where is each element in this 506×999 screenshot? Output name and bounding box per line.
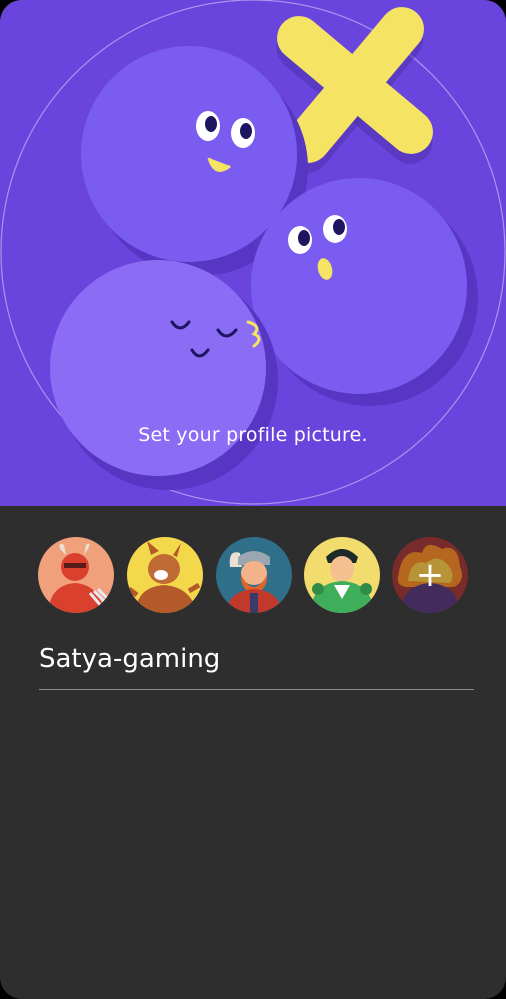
username-field[interactable]: Satya-gaming xyxy=(39,640,474,690)
red-devil-icon xyxy=(38,537,114,613)
profile-picture-screen: Set your profile picture. + Satya-gaming xyxy=(0,0,506,999)
werewolf-icon xyxy=(127,537,203,613)
hero-caption: Set your profile picture. xyxy=(138,424,368,446)
add-photo-icon: + xyxy=(415,555,445,595)
avatar-option-green-hero[interactable] xyxy=(304,537,380,613)
green-hero-icon xyxy=(304,537,380,613)
avatar-option-werewolf[interactable] xyxy=(127,537,203,613)
avatar-picker: + xyxy=(38,537,470,613)
avatar-option-custom[interactable]: + xyxy=(392,537,468,613)
username-value: Satya-gaming xyxy=(39,644,221,674)
avatar-option-red-devil[interactable] xyxy=(38,537,114,613)
viking-icon xyxy=(216,537,292,613)
avatar-option-viking[interactable] xyxy=(216,537,292,613)
hero-illustration: Set your profile picture. xyxy=(0,0,506,506)
